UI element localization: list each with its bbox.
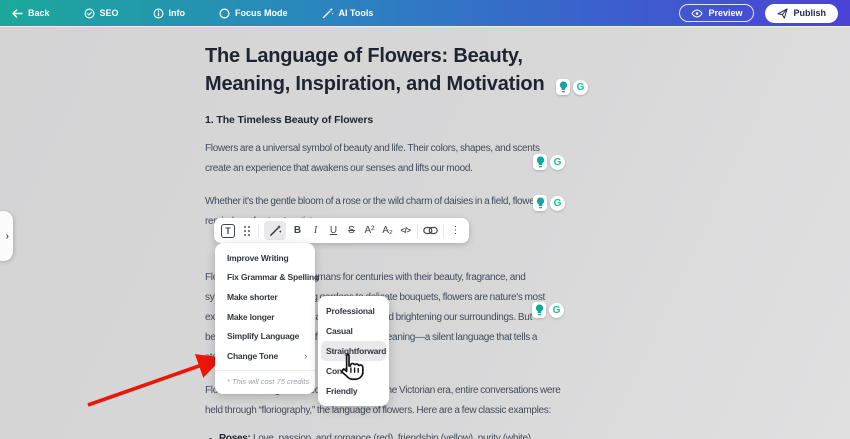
assistant-icons-p2: G <box>533 195 565 211</box>
magic-wand-icon <box>322 7 334 19</box>
bold-button[interactable]: B <box>291 221 304 240</box>
sidebar-expand-handle[interactable]: › <box>0 211 13 261</box>
list-desc: Love, passion, and romance (red), friend… <box>253 433 531 439</box>
info-icon <box>153 8 164 19</box>
menu-item-make-shorter[interactable]: Make shorter <box>215 287 315 307</box>
seo-label: SEO <box>100 8 119 18</box>
grammar-checker-icon[interactable]: G <box>549 303 564 318</box>
drag-handle-icon <box>243 225 251 237</box>
list-item[interactable]: Roses: Love, passion, and romance (red),… <box>205 432 561 439</box>
toolbar-divider <box>417 224 418 238</box>
seo-check-icon <box>84 8 95 19</box>
editor-screen: Back SEO Info Focus Mode AI Tools P <box>0 0 850 439</box>
magic-wand-icon <box>269 224 282 237</box>
list-term: Roses: <box>219 433 251 439</box>
toolbar-divider <box>258 224 259 238</box>
menu-item-change-tone[interactable]: Change Tone › <box>215 346 315 366</box>
text-format-toolbar: T B I U S A² A₂ </> ⋮ <box>214 218 469 243</box>
suggestion-lightbulb-icon[interactable] <box>556 79 570 95</box>
tone-item-casual[interactable]: Casual <box>321 321 386 341</box>
superscript-button[interactable]: A² <box>363 221 376 240</box>
grammar-checker-icon[interactable]: G <box>573 80 588 95</box>
drag-handle[interactable] <box>240 221 253 240</box>
arrow-left-icon <box>12 9 23 18</box>
focus-circle-icon <box>219 8 230 19</box>
change-tone-submenu: Professional Casual Straightforward Conf… <box>318 296 389 406</box>
tone-item-professional[interactable]: Professional <box>321 301 386 321</box>
preview-button[interactable]: Preview <box>679 4 754 22</box>
assistant-icons-title: G <box>556 79 588 95</box>
preview-label: Preview <box>708 8 742 18</box>
publish-label: Publish <box>793 8 826 18</box>
section-heading[interactable]: 1. The Timeless Beauty of Flowers <box>205 114 561 126</box>
assistant-icons-p1: G <box>533 154 565 170</box>
suggestion-lightbulb-icon[interactable] <box>532 302 546 318</box>
red-annotation-arrow <box>78 348 230 416</box>
subscript-button[interactable]: A₂ <box>381 221 394 240</box>
chevron-right-icon: › <box>6 231 9 242</box>
change-tone-label: Change Tone <box>227 351 304 361</box>
code-button[interactable]: </> <box>399 221 412 240</box>
nav-item-ai-tools[interactable]: AI Tools <box>322 7 374 19</box>
menu-item-fix-grammar[interactable]: Fix Grammar & Spelling <box>215 268 315 288</box>
chevron-right-icon: › <box>304 351 307 361</box>
text-style-button[interactable]: T <box>221 221 235 240</box>
suggestion-lightbulb-icon[interactable] <box>533 195 547 211</box>
back-label: Back <box>28 8 50 18</box>
hand-pointer-cursor <box>334 352 368 388</box>
nav-item-info[interactable]: Info <box>153 8 186 19</box>
underline-button[interactable]: U <box>327 221 340 240</box>
grammar-checker-icon[interactable]: G <box>550 196 565 211</box>
assistant-icons-p3: G <box>532 302 564 318</box>
ai-actions-menu: Improve Writing Fix Grammar & Spelling M… <box>215 243 315 394</box>
more-options-button[interactable]: ⋮ <box>449 221 462 240</box>
menu-item-simplify-language[interactable]: Simplify Language <box>215 326 315 346</box>
nav-item-seo[interactable]: SEO <box>84 8 119 19</box>
info-label: Info <box>169 8 186 18</box>
flower-meaning-list: Roses: Love, passion, and romance (red),… <box>205 432 561 439</box>
nav-item-focus-mode[interactable]: Focus Mode <box>219 8 288 19</box>
link-button[interactable] <box>423 221 438 240</box>
ai-tools-label: AI Tools <box>339 8 374 18</box>
suggestion-lightbulb-icon[interactable] <box>533 154 547 170</box>
focus-mode-label: Focus Mode <box>235 8 288 18</box>
toolbar-divider <box>443 224 444 238</box>
link-icon <box>423 226 438 235</box>
italic-button[interactable]: I <box>309 221 322 240</box>
back-button[interactable]: Back <box>12 8 50 18</box>
eye-icon <box>691 9 703 18</box>
paragraph-1[interactable]: Flowers are a universal symbol of beauty… <box>205 139 561 179</box>
ai-writing-button[interactable] <box>264 221 286 240</box>
grammar-checker-icon[interactable]: G <box>550 155 565 170</box>
text-style-icon: T <box>221 224 235 238</box>
menu-item-make-longer[interactable]: Make longer <box>215 307 315 327</box>
strikethrough-button[interactable]: S <box>345 221 358 240</box>
document-title[interactable]: The Language of Flowers: Beauty, Meaning… <box>205 42 561 98</box>
send-icon <box>777 8 788 19</box>
menu-item-improve-writing[interactable]: Improve Writing <box>215 248 315 268</box>
publish-button[interactable]: Publish <box>765 4 838 23</box>
top-navbar: Back SEO Info Focus Mode AI Tools P <box>0 0 850 26</box>
credits-cost-note: * This will cost 75 credits <box>215 371 315 394</box>
